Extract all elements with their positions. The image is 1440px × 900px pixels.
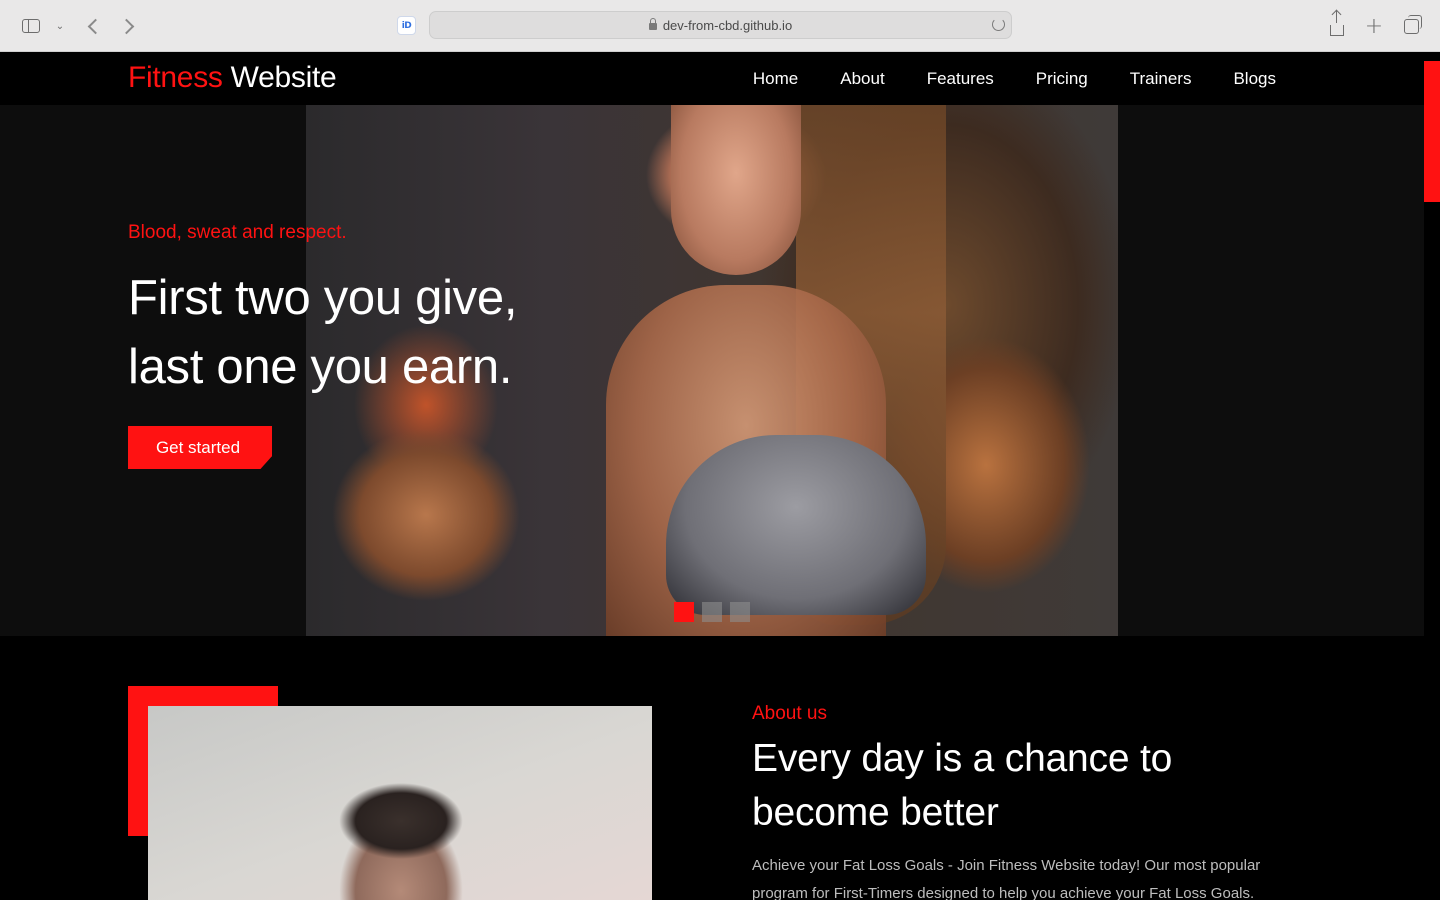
nav-link-about[interactable]: About bbox=[840, 69, 884, 89]
hero-section: Blood, sweat and respect. First two you … bbox=[0, 105, 1424, 636]
nav-link-trainers[interactable]: Trainers bbox=[1130, 69, 1192, 89]
nav-link-blogs[interactable]: Blogs bbox=[1233, 69, 1276, 89]
hero-heading-line-1: First two you give, bbox=[128, 271, 518, 325]
carousel-indicators bbox=[674, 602, 750, 622]
chevron-down-icon[interactable]: ⌄ bbox=[52, 12, 68, 40]
lock-icon bbox=[648, 18, 657, 30]
about-heading-line-1: Every day is a chance to bbox=[752, 737, 1173, 780]
main-nav: Home About Features Pricing Trainers Blo… bbox=[753, 52, 1276, 105]
about-body-text: Achieve your Fat Loss Goals - Join Fitne… bbox=[752, 857, 1261, 900]
nav-link-pricing[interactable]: Pricing bbox=[1036, 69, 1088, 89]
back-arrow-icon[interactable] bbox=[82, 12, 104, 40]
carousel-dot-1[interactable] bbox=[674, 602, 694, 622]
carousel-dot-2[interactable] bbox=[702, 602, 722, 622]
hero-image-sports-top bbox=[666, 435, 926, 615]
hero-tagline: Blood, sweat and respect. bbox=[128, 222, 347, 243]
address-bar[interactable]: dev-from-cbd.github.io bbox=[429, 11, 1012, 39]
reload-icon[interactable] bbox=[992, 18, 1005, 31]
hero-image-face bbox=[671, 105, 801, 275]
site-favicon-icon: iD bbox=[397, 16, 416, 35]
forward-arrow-icon[interactable] bbox=[117, 12, 139, 40]
url-text: dev-from-cbd.github.io bbox=[662, 17, 793, 33]
about-heading-line-2: become better bbox=[752, 791, 999, 834]
carousel-dot-3[interactable] bbox=[730, 602, 750, 622]
about-heading: Every day is a chance to become better bbox=[752, 732, 1272, 840]
nav-link-features[interactable]: Features bbox=[927, 69, 994, 89]
get-started-button[interactable]: Get started bbox=[128, 426, 272, 469]
logo-word-website: Website bbox=[230, 61, 337, 94]
browser-toolbar: ⌄ iD dev-from-cbd.github.io + bbox=[0, 0, 1440, 52]
scrollbar-thumb[interactable] bbox=[1424, 61, 1440, 202]
about-image-trainer bbox=[148, 706, 652, 900]
nav-link-home[interactable]: Home bbox=[753, 69, 798, 89]
hero-text-block: Blood, sweat and respect. First two you … bbox=[128, 222, 517, 469]
share-icon[interactable] bbox=[1326, 10, 1348, 40]
site-logo[interactable]: Fitness Website bbox=[128, 60, 337, 96]
about-label: About us bbox=[752, 703, 827, 724]
about-section: About us Every day is a chance to become… bbox=[0, 636, 1424, 900]
hero-heading: First two you give, last one you earn. bbox=[128, 264, 517, 402]
tab-overview-icon[interactable] bbox=[1400, 12, 1422, 40]
about-text-block: About us Every day is a chance to become… bbox=[752, 702, 1272, 900]
sidebar-toggle-icon[interactable] bbox=[18, 12, 44, 40]
logo-word-fitness: Fitness bbox=[128, 61, 223, 94]
site-header: Fitness Website Home About Features Pric… bbox=[0, 52, 1440, 105]
new-tab-plus-icon[interactable]: + bbox=[1363, 12, 1385, 40]
hero-heading-line-2: last one you earn. bbox=[128, 340, 513, 394]
